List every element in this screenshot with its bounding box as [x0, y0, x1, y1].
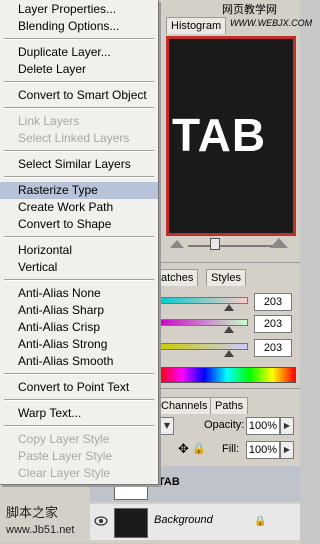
- tab-channels[interactable]: Channels: [156, 397, 213, 414]
- blue-value-field[interactable]: 203: [254, 339, 292, 357]
- color-slider-blue: 203: [158, 339, 300, 359]
- menu-item-delete-layer[interactable]: Delete Layer: [0, 61, 158, 78]
- tab-histogram[interactable]: Histogram: [166, 17, 227, 34]
- fill-arrow-icon[interactable]: ▶: [280, 441, 294, 459]
- green-gradient[interactable]: [158, 319, 248, 326]
- green-value-field[interactable]: 203: [254, 315, 292, 333]
- watermark-url: WWW.WEBJX.COM: [230, 18, 313, 28]
- menu-item-link-layers: Link Layers: [18, 114, 80, 128]
- blue-slider-thumb[interactable]: [224, 350, 234, 357]
- layer-lock-icon: 🔒: [254, 516, 267, 527]
- fill-label: Fill:: [222, 443, 240, 455]
- footer-watermark-url: www.Jb51.net: [6, 524, 75, 536]
- zoom-slider-track[interactable]: [188, 245, 274, 247]
- preview-text: TAB: [172, 109, 267, 161]
- menu-item-rasterize-type[interactable]: Rasterize Type: [0, 182, 158, 199]
- menu-separator: [4, 425, 154, 427]
- zoom-slider-row: [166, 238, 296, 252]
- blend-mode-dropdown-arrow[interactable]: ▼: [160, 417, 174, 435]
- layer-context-menu: Layer Properties... Blending Options... …: [0, 0, 159, 485]
- opacity-row: ▼ Opacity: 100% ▶: [158, 417, 300, 435]
- color-panel: atches Styles 203 203 203: [156, 262, 300, 383]
- menu-separator: [4, 279, 154, 281]
- layer-name: TAB: [158, 476, 180, 488]
- menu-separator: [4, 399, 154, 401]
- color-slider-green: 203: [158, 315, 300, 335]
- menu-item-horizontal[interactable]: Horizontal: [0, 242, 158, 259]
- menu-item-anti-alias-sharp[interactable]: Anti-Alias Sharp: [0, 302, 158, 319]
- tab-styles[interactable]: Styles: [206, 269, 246, 286]
- red-slider-thumb[interactable]: [224, 304, 234, 311]
- color-slider-red: 203: [158, 293, 300, 313]
- fill-field[interactable]: 100%: [246, 441, 280, 459]
- menu-item-anti-alias-smooth[interactable]: Anti-Alias Smooth: [0, 353, 158, 370]
- layer-name: Background: [154, 514, 213, 526]
- zoom-out-icon[interactable]: [170, 240, 184, 248]
- layer-row[interactable]: Background 🔒: [90, 504, 300, 540]
- opacity-field[interactable]: 100%: [246, 417, 280, 435]
- red-value-field[interactable]: 203: [254, 293, 292, 311]
- green-slider-thumb[interactable]: [224, 326, 234, 333]
- menu-separator: [4, 373, 154, 375]
- menu-item-convert-smart-object[interactable]: Convert to Smart Object: [0, 87, 158, 104]
- blue-gradient[interactable]: [158, 343, 248, 350]
- menu-item-clear-layer-style: Clear Layer Style: [18, 466, 111, 480]
- menu-item-vertical[interactable]: Vertical: [0, 259, 158, 276]
- menu-item-layer-properties[interactable]: Layer Properties...: [0, 1, 158, 18]
- move-lock-icon[interactable]: ✥: [178, 441, 189, 457]
- menu-separator: [4, 107, 154, 109]
- menu-item-anti-alias-crisp[interactable]: Anti-Alias Crisp: [0, 319, 158, 336]
- menu-item-select-linked-layers: Select Linked Layers: [18, 131, 130, 145]
- menu-item-warp-text[interactable]: Warp Text...: [0, 405, 158, 422]
- tab-paths[interactable]: Paths: [210, 397, 249, 414]
- menu-item-select-similar-layers[interactable]: Select Similar Layers: [0, 156, 158, 173]
- menu-separator: [4, 81, 154, 83]
- zoom-slider-thumb[interactable]: [210, 238, 220, 250]
- menu-item-convert-to-shape[interactable]: Convert to Shape: [0, 216, 158, 233]
- opacity-arrow-icon[interactable]: ▶: [280, 417, 294, 435]
- menu-item-anti-alias-none[interactable]: Anti-Alias None: [0, 285, 158, 302]
- menu-item-create-work-path[interactable]: Create Work Path: [0, 199, 158, 216]
- footer-watermark: 脚本之家: [6, 506, 59, 521]
- menu-item-duplicate-layer[interactable]: Duplicate Layer...: [0, 44, 158, 61]
- eye-icon[interactable]: [94, 516, 108, 526]
- menu-item-copy-layer-style: Copy Layer Style: [18, 432, 110, 446]
- menu-separator: [4, 150, 154, 152]
- tab-swatches[interactable]: atches: [156, 269, 199, 286]
- red-gradient[interactable]: [158, 297, 248, 304]
- menu-item-blending-options[interactable]: Blending Options...: [0, 18, 158, 35]
- menu-separator: [4, 176, 154, 178]
- opacity-label: Opacity:: [204, 419, 245, 431]
- menu-separator: [4, 38, 154, 40]
- menu-item-anti-alias-strong[interactable]: Anti-Alias Strong: [0, 336, 158, 353]
- color-spectrum-bar[interactable]: [158, 367, 296, 383]
- lock-icon[interactable]: 🔒: [192, 441, 206, 457]
- menu-separator: [4, 236, 154, 238]
- menu-item-paste-layer-style: Paste Layer Style: [18, 449, 113, 463]
- zoom-in-icon[interactable]: [270, 238, 288, 248]
- layer-thumbnail: [114, 508, 148, 538]
- lock-row: ✥ 🔒 Fill: 100% ▶: [158, 439, 300, 459]
- menu-item-convert-point-text[interactable]: Convert to Point Text: [0, 379, 158, 396]
- watermark-logo: 网页教学网: [222, 3, 277, 16]
